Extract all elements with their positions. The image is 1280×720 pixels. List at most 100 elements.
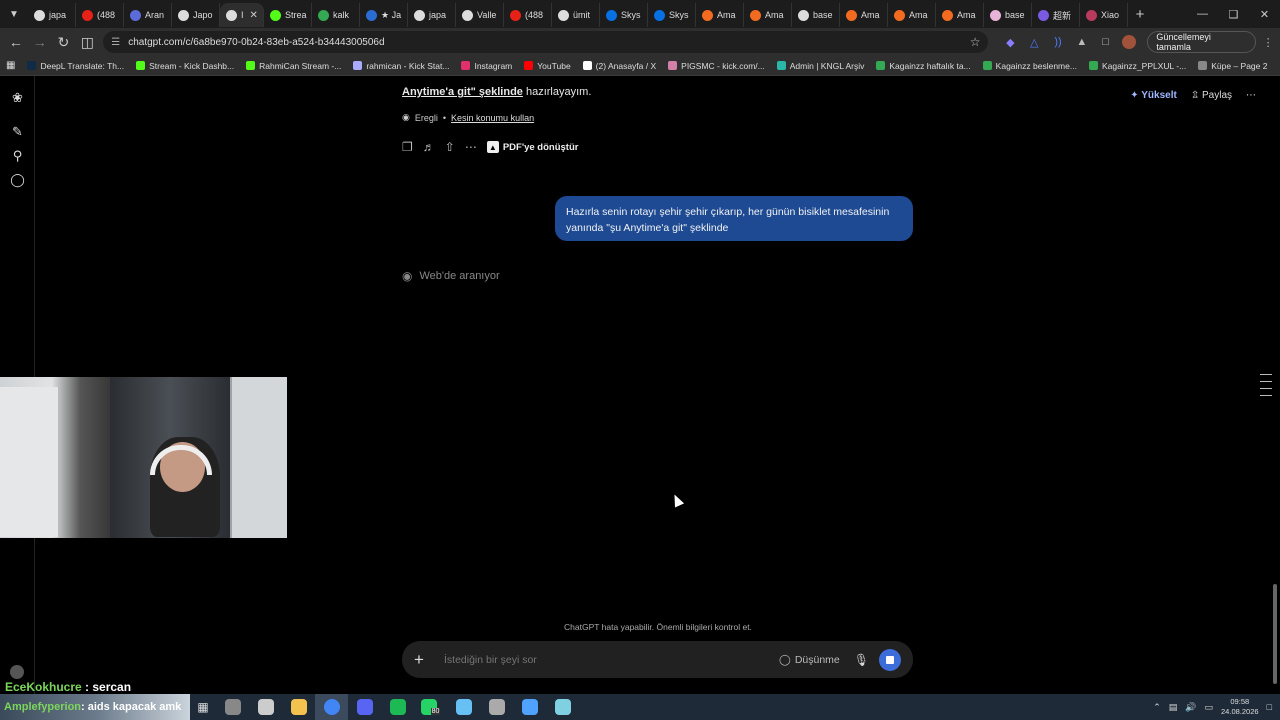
bookmark-item[interactable]: Kagainzz haftalık ta...: [870, 61, 976, 71]
share-icon[interactable]: ⇧: [445, 140, 455, 154]
precise-location-link[interactable]: Kesin konumu kullan: [451, 113, 534, 123]
stop-generating-button[interactable]: [879, 648, 901, 671]
pdf-convert-button[interactable]: ▲ PDF'ye dönüştür: [486, 141, 578, 153]
browser-tab[interactable]: Ama: [696, 3, 744, 27]
browser-tab[interactable]: Skys: [648, 3, 696, 27]
site-info-icon[interactable]: ☰: [111, 37, 120, 48]
bookmark-favicon-icon: [776, 61, 786, 70]
browser-tab[interactable]: Ama: [888, 3, 936, 27]
tab-search-icon[interactable]: ▼: [0, 0, 28, 28]
share-button[interactable]: ⇫ Paylaş: [1191, 90, 1232, 101]
side-panel-icon[interactable]: ◫: [75, 30, 99, 54]
browser-tab[interactable]: Skys: [600, 3, 648, 27]
search-icon[interactable]: ⚲: [0, 144, 35, 168]
bookmark-item[interactable]: YouTube: [518, 61, 576, 71]
update-button[interactable]: Güncellemeyi tamamla: [1147, 31, 1257, 53]
bookmark-item[interactable]: Instagram: [455, 61, 518, 71]
bookmark-item[interactable]: DeepL Translate: Th...: [21, 61, 130, 71]
browser-tab[interactable]: base: [792, 3, 840, 27]
bookmark-star-icon[interactable]: ☆: [970, 35, 981, 49]
bookmark-item[interactable]: rahmican - Kick Stat...: [347, 61, 455, 71]
profile-avatar[interactable]: [1118, 30, 1142, 54]
bookmark-label: Kagainzz haftalık ta...: [889, 60, 971, 71]
extension-icon[interactable]: )): [1046, 30, 1070, 54]
taskbar-app-icon[interactable]: [315, 694, 348, 720]
browser-tab[interactable]: Xiao: [1080, 3, 1128, 27]
taskbar-app-icon[interactable]: [348, 694, 381, 720]
bookmark-item[interactable]: Stream - Kick Dashb...: [130, 61, 240, 71]
attach-plus-icon[interactable]: +: [414, 650, 432, 670]
taskbar-app-icon[interactable]: [447, 694, 480, 720]
chat-bubble-icon[interactable]: ◯: [0, 168, 35, 192]
volume-icon[interactable]: 🔊: [1185, 702, 1196, 713]
taskbar-app-icon[interactable]: [282, 694, 315, 720]
browser-tab[interactable]: 超新: [1032, 3, 1080, 27]
bookmark-item[interactable]: RahmiCan Stream -...: [240, 61, 347, 71]
task-view-icon[interactable]: ▦: [190, 694, 216, 720]
bookmark-item[interactable]: Küpe – Page 2: [1192, 61, 1273, 71]
taskbar-app-icon[interactable]: [216, 694, 249, 720]
chatgpt-logo-icon[interactable]: ❀: [0, 86, 35, 110]
browser-tab[interactable]: kalk: [312, 3, 360, 27]
browser-tab[interactable]: Strea: [264, 3, 312, 27]
new-tab-button[interactable]: +: [1128, 6, 1152, 23]
minimize-icon[interactable]: —: [1187, 0, 1218, 28]
scroll-minimap[interactable]: [1260, 374, 1272, 396]
back-icon[interactable]: ←: [4, 30, 28, 54]
new-chat-icon[interactable]: ✎: [0, 120, 35, 144]
clock[interactable]: 09:58 24.08.2026: [1221, 697, 1259, 717]
thinking-toggle[interactable]: ◯ Düşünme: [779, 654, 840, 666]
network-icon[interactable]: ▤: [1169, 702, 1178, 713]
puzzle-icon[interactable]: □: [1094, 30, 1118, 54]
browser-tab[interactable]: base: [984, 3, 1032, 27]
url-bar[interactable]: ☰ chatgpt.com/c/6a8be970-0b24-83eb-a524-…: [103, 31, 989, 53]
voice-read-icon[interactable]: ♬: [423, 140, 435, 154]
taskbar-app-icon[interactable]: [513, 694, 546, 720]
taskbar-app-icon[interactable]: 80: [414, 694, 447, 720]
taskbar-app-icon[interactable]: [249, 694, 282, 720]
browser-tab[interactable]: japa: [408, 3, 456, 27]
more-icon[interactable]: ⋯: [465, 140, 477, 154]
copy-icon[interactable]: ❐: [402, 140, 413, 154]
browser-tab[interactable]: (488: [504, 3, 552, 27]
browser-tab[interactable]: Ama: [744, 3, 792, 27]
upgrade-button[interactable]: ✦ Yükselt: [1130, 90, 1177, 101]
browser-tab[interactable]: Ama: [936, 3, 984, 27]
browser-tab[interactable]: japa: [28, 3, 76, 27]
browser-tab[interactable]: ümit: [552, 3, 600, 27]
microphone-icon[interactable]: 🎙: [854, 653, 869, 667]
notifications-icon[interactable]: □: [1267, 702, 1272, 712]
reload-icon[interactable]: ↻: [52, 30, 76, 54]
extension-icon[interactable]: △: [1022, 30, 1046, 54]
browser-menu-icon[interactable]: ⋮: [1256, 30, 1280, 54]
extension-icon[interactable]: ◆: [998, 30, 1022, 54]
bookmark-item[interactable]: Admin | KNGL Arşiv: [771, 61, 871, 71]
tab-favicon-icon: [178, 9, 189, 21]
close-window-icon[interactable]: ✕: [1249, 0, 1280, 28]
browser-tab[interactable]: Aran: [124, 3, 172, 27]
browser-tab[interactable]: Ama: [840, 3, 888, 27]
scrollbar-thumb[interactable]: [1273, 584, 1277, 684]
forward-icon[interactable]: →: [28, 30, 52, 54]
restore-icon[interactable]: ❑: [1218, 0, 1249, 28]
bookmark-item[interactable]: Kagainzz_PPLXUL -...: [1083, 61, 1192, 71]
tab-close-icon[interactable]: ✕: [250, 10, 258, 21]
tray-chevron-icon[interactable]: ⌃: [1153, 702, 1161, 713]
browser-tab[interactable]: ★ Ja: [360, 3, 408, 27]
bookmark-item[interactable]: Kagainzz beslenme...: [977, 61, 1083, 71]
display-icon[interactable]: ▭: [1205, 702, 1214, 713]
bookmark-item[interactable]: (2) Anasayfa / X: [577, 61, 662, 71]
taskbar-app-icon[interactable]: [381, 694, 414, 720]
tab-title: 超新: [1053, 10, 1072, 21]
taskbar-app-icon[interactable]: [546, 694, 579, 720]
browser-tab[interactable]: Valle: [456, 3, 504, 27]
apps-icon[interactable]: ▦: [0, 60, 21, 71]
browser-tab[interactable]: I ✕: [220, 3, 264, 27]
prompt-input[interactable]: [444, 653, 780, 666]
bookmark-item[interactable]: PIGSMC - kick.com/...: [662, 61, 771, 71]
browser-tab[interactable]: (488: [76, 3, 124, 27]
taskbar-app-icon[interactable]: [480, 694, 513, 720]
browser-tab[interactable]: Japo: [172, 3, 220, 27]
shield-icon[interactable]: ▲: [1070, 30, 1094, 54]
more-options-icon[interactable]: ⋯: [1246, 90, 1256, 101]
